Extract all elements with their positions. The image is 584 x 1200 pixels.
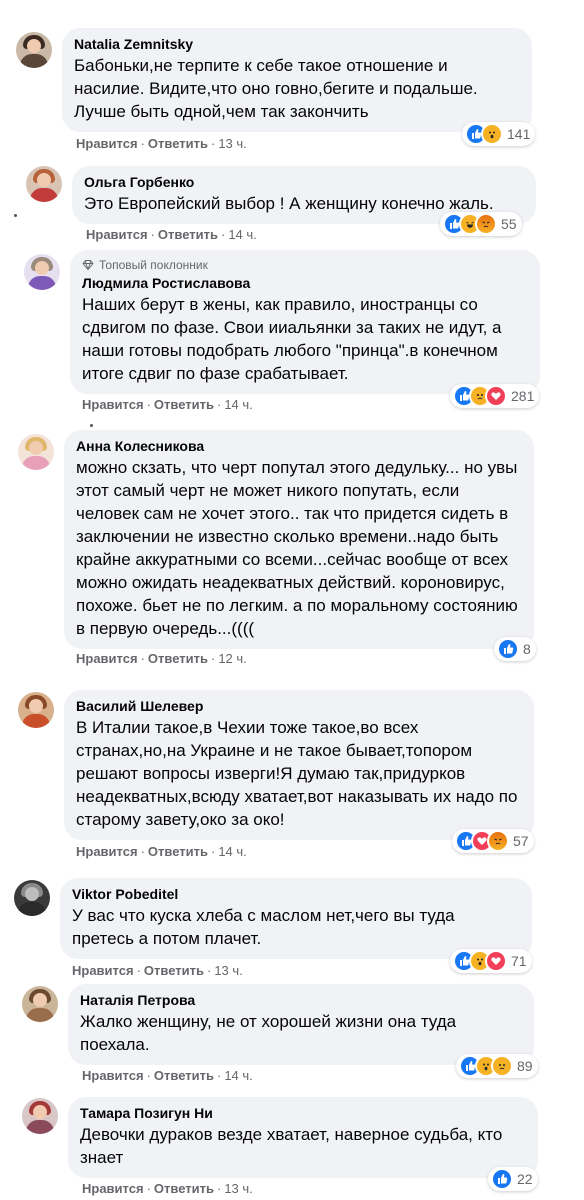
reactions-summary[interactable]: 71 [450,949,532,973]
reactions-summary[interactable]: 55 [440,212,522,236]
like-link[interactable]: Нравится [82,1181,144,1196]
comment-bubble: Тамара Позигун Ни Девочки дураков везде … [68,1097,538,1178]
like-link[interactable]: Нравится [76,651,138,666]
comment-text: В Италии такое,в Чехии тоже такое,во все… [76,718,518,829]
reactions-summary[interactable]: 281 [450,384,540,408]
comment-author[interactable]: Анна Колесникова [76,438,522,454]
comment-actions: Нравится · Ответить · 14 ч. [76,844,247,859]
reply-link[interactable]: Ответить [154,1068,214,1083]
like-reaction-icon [491,1168,513,1190]
comment-time[interactable]: 13 ч. [214,963,242,978]
like-link[interactable]: Нравится [76,136,138,151]
reactions-summary[interactable]: 22 [488,1167,538,1191]
reactions-summary[interactable]: 57 [452,829,534,853]
reaction-count: 55 [501,216,517,232]
comment-text: У вас что куска хлеба с маслом нет,чего … [72,906,455,948]
like-link[interactable]: Нравится [82,397,144,412]
reaction-count: 89 [517,1058,533,1074]
avatar[interactable] [18,434,54,470]
comment-time[interactable]: 13 ч. [224,1181,252,1196]
comment-actions: Нравится · Ответить · 14 ч. [82,1068,253,1083]
reaction-count: 8 [523,641,531,657]
love-reaction-icon [485,950,507,972]
reaction-count: 22 [517,1171,533,1187]
comment-actions: Нравится · Ответить · 13 ч. [72,963,243,978]
reply-link[interactable]: Ответить [148,651,208,666]
comment-time[interactable]: 13 ч. [218,136,246,151]
comment-bubble: Viktor Pobeditel У вас что куска хлеба с… [60,878,532,959]
reaction-count: 281 [511,388,535,404]
like-link[interactable]: Нравится [72,963,134,978]
diamond-icon [82,260,94,271]
like-reaction-icon [497,638,519,660]
reply-link[interactable]: Ответить [154,397,214,412]
comment-actions: Нравится · Ответить · 14 ч. [82,397,253,412]
comment-author[interactable]: Тамара Позигун Ни [80,1105,526,1121]
avatar[interactable] [14,880,50,916]
reactions-summary[interactable]: 89 [456,1054,538,1078]
comment-time[interactable]: 14 ч. [224,1068,252,1083]
comment-bubble: Василий Шелевер В Италии такое,в Чехии т… [64,690,534,840]
sad-reaction-icon [491,1055,513,1077]
reaction-count: 141 [507,126,531,142]
thread-line-marker [90,424,93,427]
thread-line-marker [14,214,17,217]
reaction-count: 57 [513,833,529,849]
comment-time[interactable]: 14 ч. [228,227,256,242]
comment-author[interactable]: Viktor Pobeditel [72,886,520,902]
comment-text: Наших берут в жены, как правило, иностра… [82,295,502,383]
wow-reaction-icon [481,123,503,145]
reply-link[interactable]: Ответить [148,844,208,859]
comment-text: Девочки дураков везде хватает, наверное … [80,1125,503,1167]
comment-time[interactable]: 14 ч. [218,844,246,859]
comment-author[interactable]: Наталія Петрова [80,992,522,1008]
comment-author[interactable]: Людмила Ростиславова [82,275,528,291]
angry-reaction-icon [487,830,509,852]
comment-text: Бабоньки,не терпите к себе такое отношен… [74,56,478,121]
comment-bubble: Natalia Zemnitsky Бабоньки,не терпите к … [62,28,532,132]
top-fan-badge: Топовый поклонник [82,258,528,272]
reaction-count: 71 [511,953,527,969]
comment-time[interactable]: 14 ч. [224,397,252,412]
comment-actions: Нравится · Ответить · 14 ч. [86,227,257,242]
like-link[interactable]: Нравится [82,1068,144,1083]
comment-author[interactable]: Василий Шелевер [76,698,522,714]
comment-actions: Нравится · Ответить · 13 ч. [76,136,247,151]
top-fan-label: Топовый поклонник [99,258,208,272]
comment-bubble: Анна Колесникова можно скзать, что черт … [64,430,534,649]
comment-actions: Нравится · Ответить · 12 ч. [76,651,247,666]
avatar[interactable] [18,692,54,728]
avatar[interactable] [16,32,52,68]
angry-reaction-icon [475,213,497,235]
avatar[interactable] [22,986,58,1022]
comment-author[interactable]: Ольга Горбенко [84,174,524,190]
reply-link[interactable]: Ответить [144,963,204,978]
love-reaction-icon [485,385,507,407]
reactions-summary[interactable]: 141 [462,122,536,146]
comment-bubble: Наталія Петрова Жалко женщину, не от хор… [68,984,534,1065]
like-link[interactable]: Нравится [76,844,138,859]
comment-text: можно скзать, что черт попутал этого дед… [76,458,518,638]
reactions-summary[interactable]: 8 [494,637,536,661]
reply-link[interactable]: Ответить [148,136,208,151]
comment-bubble: Топовый поклонник Людмила Ростиславова Н… [70,250,540,394]
reply-link[interactable]: Ответить [154,1181,214,1196]
like-link[interactable]: Нравится [86,227,148,242]
comment-text: Жалко женщину, не от хорошей жизни она т… [80,1012,457,1054]
avatar[interactable] [24,254,60,290]
avatar[interactable] [26,166,62,202]
avatar[interactable] [22,1098,58,1134]
comment-actions: Нравится · Ответить · 13 ч. [82,1181,253,1196]
reply-link[interactable]: Ответить [158,227,218,242]
comment-author[interactable]: Natalia Zemnitsky [74,36,520,52]
comment-time[interactable]: 12 ч. [218,651,246,666]
